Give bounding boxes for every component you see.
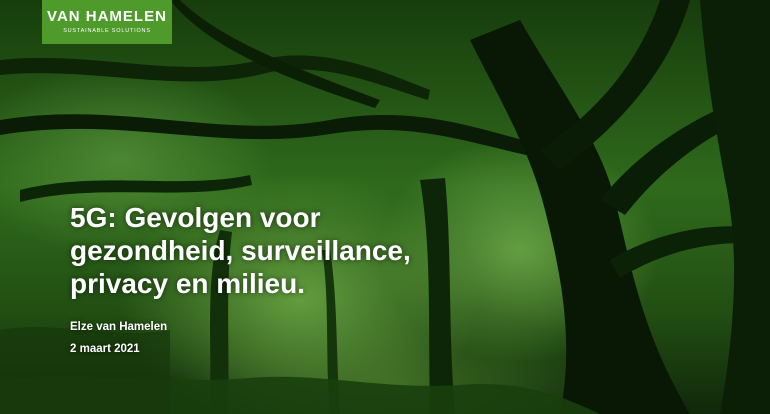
presentation-date: 2 maart 2021 xyxy=(70,343,140,355)
title-line: gezondheid, surveillance, xyxy=(70,235,411,266)
logo-name: VAN HAMELEN xyxy=(47,8,167,25)
slide-title: 5G: Gevolgen voor gezondheid, surveillan… xyxy=(70,201,510,300)
author-name: Elze van Hamelen xyxy=(70,321,168,333)
logo-tagline: SUSTAINABLE SOLUTIONS xyxy=(63,28,151,34)
company-logo: VAN HAMELEN SUSTAINABLE SOLUTIONS xyxy=(42,0,172,44)
title-slide: VAN HAMELEN SUSTAINABLE SOLUTIONS 5G: Ge… xyxy=(0,0,770,414)
title-line: 5G: Gevolgen voor xyxy=(70,202,321,233)
title-line: privacy en milieu. xyxy=(70,268,305,299)
